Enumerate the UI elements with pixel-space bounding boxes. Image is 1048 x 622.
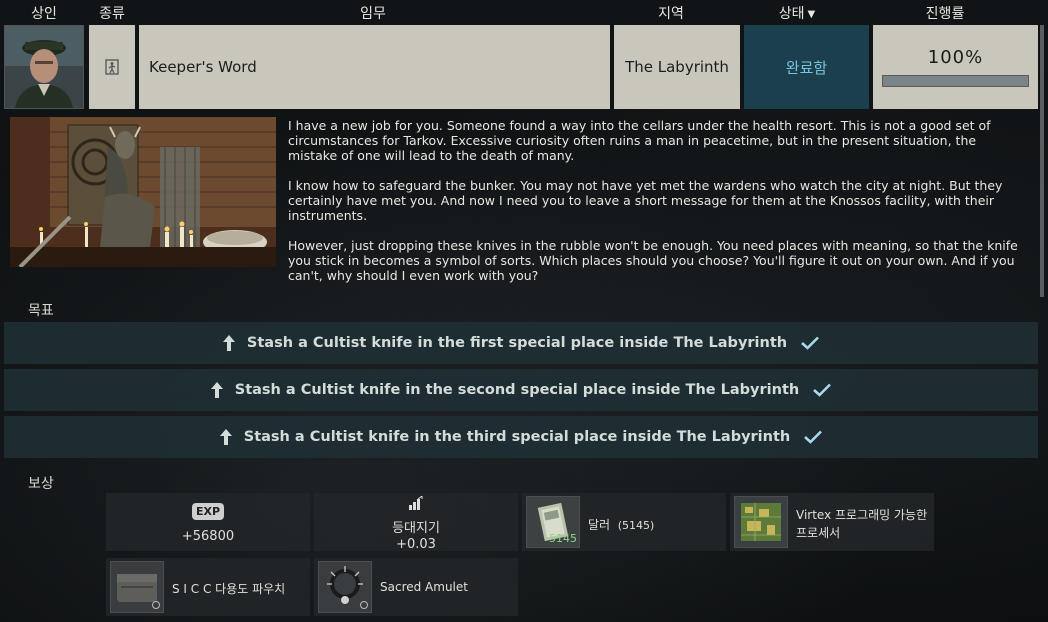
reward-amulet[interactable]: Sacred Amulet [314,558,518,616]
quest-image [10,117,276,267]
dollars-stack-count: 5145 [549,532,577,545]
chevron-down-icon: ▼ [807,9,816,20]
exp-icon: EXP [192,503,224,520]
header-trader[interactable]: 상인 [31,3,57,23]
dollars-name: 달러 [588,518,611,532]
dollars-label: 달러 (5145) [588,516,654,533]
reward-dollars[interactable]: 5145 달러 (5145) [522,493,726,551]
checkmark-icon [804,430,823,444]
objective-item: Stash a Cultist knife in the third speci… [4,416,1038,458]
description-paragraph: I have a new job for you. Someone found … [288,118,991,163]
standing-icon [408,495,424,514]
objective-item: Stash a Cultist knife in the second spec… [4,369,1038,411]
progress-bar-fill [883,76,1028,86]
objective-text: Stash a Cultist knife in the third speci… [243,429,791,445]
exit-icon [105,59,119,75]
quest-description: I have a new job for you. Someone found … [288,118,1028,298]
amulet-thumbnail[interactable] [318,561,372,613]
standing-value: +0.03 [396,537,436,552]
standing-trader: 등대지기 [392,521,440,536]
checkmark-icon [813,383,832,397]
header-type[interactable]: 종류 [99,3,125,23]
dollars-thumbnail[interactable]: 5145 [526,496,580,548]
objective-item: Stash a Cultist knife in the first speci… [4,322,1038,364]
reward-sicc[interactable]: S I C C 다용도 파우치 [106,558,310,616]
column-header: 상인 종류 임무 지역 상태 ▼ 진행률 [0,0,1040,24]
arrow-up-icon [222,335,235,351]
progress-value: 100% [927,47,984,68]
processor-thumbnail[interactable] [734,496,788,548]
description-paragraph: However, just dropping these knives in t… [288,238,1018,283]
objective-text: Stash a Cultist knife in the second spec… [234,382,800,398]
header-location[interactable]: 지역 [658,3,684,23]
found-in-raid-icon [152,601,160,609]
trader-portrait[interactable] [4,25,84,109]
quest-progress: 100% [873,25,1038,109]
progress-bar [882,75,1029,87]
header-progress[interactable]: 진행률 [926,3,965,23]
header-quest[interactable]: 임무 [360,3,386,23]
header-status[interactable]: 상태 ▼ [779,3,815,23]
scrollbar[interactable] [1040,25,1044,297]
reward-processor[interactable]: Virtex 프로그래밍 가능한 프로세서 [730,493,934,551]
sicc-label: S I C C 다용도 파우치 [172,582,286,596]
description-paragraph: I know how to safeguard the bunker. You … [288,178,1003,223]
dollars-count: (5145) [617,519,655,532]
amulet-label: Sacred Amulet [380,580,468,594]
quest-location: The Labyrinth [614,25,740,109]
objective-text: Stash a Cultist knife in the first speci… [246,335,788,351]
processor-label-line1: Virtex 프로그래밍 가능한 [796,508,928,522]
exp-value: +56800 [181,529,235,544]
reward-standing: 등대지기 +0.03 [314,493,518,552]
quest-status: 완료함 [744,25,869,109]
arrow-up-icon [219,429,232,445]
arrow-up-icon [210,382,223,398]
quest-type [89,25,135,109]
reward-exp: EXP +56800 [106,493,310,551]
checkmark-icon [801,336,820,350]
objectives-title: 목표 [28,303,54,319]
trader-avatar [5,26,83,108]
found-in-raid-icon [360,601,368,609]
header-status-label: 상태 [778,6,805,22]
processor-label-line2: 프로세서 [796,526,841,540]
rewards-title: 보상 [28,476,54,492]
sicc-thumbnail[interactable] [110,561,164,613]
quest-name[interactable]: Keeper's Word [139,25,610,109]
